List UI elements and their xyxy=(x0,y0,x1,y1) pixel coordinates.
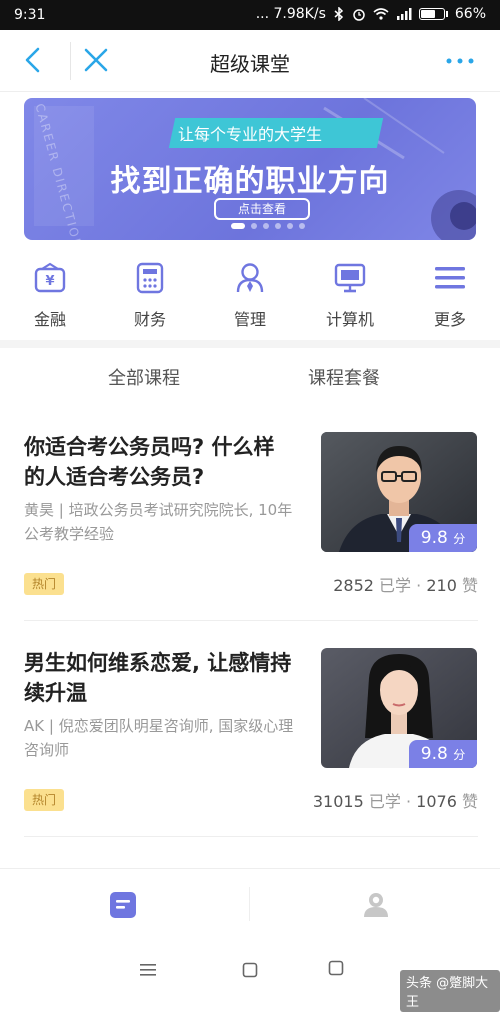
category-label: 计算机 xyxy=(325,310,374,329)
banner-view-button[interactable]: 点击查看 xyxy=(214,198,310,220)
watermark: 头条 @蹩脚大王 xyxy=(400,970,500,1012)
like-count: 210 xyxy=(426,576,457,595)
course-title: 男生如何维系恋爱, 让感情持续升温 xyxy=(24,651,292,705)
banner-pagination[interactable] xyxy=(231,223,305,229)
banner-pagination-dot[interactable] xyxy=(263,223,269,229)
profile-tab-icon[interactable] xyxy=(361,889,391,919)
rating-badge: 9.8 分 xyxy=(409,524,477,552)
banner-pagination-dot[interactable] xyxy=(275,223,281,229)
like-count: 1076 xyxy=(416,792,457,811)
signal-icon xyxy=(396,8,412,20)
rating-unit: 分 xyxy=(453,748,466,762)
menu-icon[interactable] xyxy=(139,962,157,978)
section-spacer xyxy=(0,340,500,348)
course-stats: 31015 已学 · 1076 赞 xyxy=(313,788,478,812)
course-title: 你适合考公务员吗? 什么样的人适合考公务员? xyxy=(24,435,275,489)
battery-percent: 66% xyxy=(454,6,486,22)
category-more[interactable]: 更多 xyxy=(410,262,490,330)
rating-unit: 分 xyxy=(453,532,466,546)
learner-count: 2852 xyxy=(333,576,374,595)
alarm-icon xyxy=(353,9,365,21)
finance-icon: ¥ xyxy=(34,262,66,293)
more-options-icon[interactable] xyxy=(444,48,476,74)
card-divider xyxy=(24,620,478,621)
banner-pagination-dot[interactable] xyxy=(299,223,305,229)
rating-badge: 9.8 分 xyxy=(409,740,477,768)
banner-headline: 找到正确的职业方向 xyxy=(110,164,390,199)
category-finance[interactable]: ¥ 金融 xyxy=(10,262,90,330)
promo-banner[interactable]: CAREER DIRECTION 让每个专业的大学生 找到正确的职业方向 点击查… xyxy=(24,98,476,240)
like-label: 赞 xyxy=(461,576,478,595)
learner-count: 31015 xyxy=(312,792,364,811)
like-label: 赞 xyxy=(461,792,478,811)
course-tabs: 全部课程 课程套餐 xyxy=(0,348,500,408)
status-time: 9:31 xyxy=(14,7,46,23)
course-thumbnail: 9.8 分 xyxy=(321,432,477,552)
category-grid: ¥ 金融 财务 管理 计算机 更多 xyxy=(0,240,500,342)
banner-pagination-dot[interactable] xyxy=(287,223,293,229)
wifi-icon xyxy=(373,8,389,20)
card-divider xyxy=(24,836,478,837)
banner-pagination-dot[interactable] xyxy=(251,223,257,229)
bluetooth-icon xyxy=(334,7,343,21)
more-list-icon xyxy=(435,267,465,289)
rating-score: 9.8 xyxy=(420,528,448,548)
course-instructor-info: 黄昊 | 培政公务员考试研究院院长, 10年公考教学经验 xyxy=(24,501,293,543)
manager-icon xyxy=(236,263,264,293)
computer-icon xyxy=(334,263,366,293)
network-speed: ... 7.98K/s xyxy=(255,6,326,22)
category-computer[interactable]: 计算机 xyxy=(310,262,390,330)
hot-badge: 热门 xyxy=(24,789,65,811)
learner-label: 已学 xyxy=(368,792,401,811)
course-card[interactable]: 你适合考公务员吗? 什么样的人适合考公务员? 黄昊 | 培政公务员考试研究院院长… xyxy=(24,432,478,630)
category-label: 管理 xyxy=(233,310,266,329)
courses-tab-icon[interactable] xyxy=(109,891,137,919)
course-thumbnail: 9.8 分 xyxy=(321,648,477,768)
svg-text:¥: ¥ xyxy=(45,274,54,289)
tab-divider xyxy=(249,887,250,921)
category-accounting[interactable]: 财务 xyxy=(110,262,190,330)
banner-subtitle: 让每个专业的大学生 xyxy=(177,125,322,144)
tab-course-packages[interactable]: 课程套餐 xyxy=(308,364,380,390)
tab-all-courses[interactable]: 全部课程 xyxy=(108,364,180,390)
status-bar: 9:31 ... 7.98K/s 66% xyxy=(0,0,500,30)
bottom-tab-bar xyxy=(0,868,500,940)
rating-score: 9.8 xyxy=(420,744,448,764)
stats-separator: · xyxy=(416,576,422,595)
calculator-icon xyxy=(136,262,164,294)
page-title: 超级课堂 xyxy=(210,52,290,76)
course-card[interactable]: 男生如何维系恋爱, 让感情持续升温 AK | 倪恋爱团队明星咨询师, 国家级心理… xyxy=(24,648,478,846)
battery-icon xyxy=(418,8,448,20)
home-icon[interactable] xyxy=(242,962,258,978)
top-navigation-bar: 超级课堂 xyxy=(0,30,500,92)
category-management[interactable]: 管理 xyxy=(210,262,290,330)
learner-label: 已学 xyxy=(379,576,412,595)
category-label: 金融 xyxy=(33,310,66,329)
recent-apps-icon[interactable] xyxy=(328,960,344,976)
course-stats: 2852 已学 · 210 赞 xyxy=(333,572,478,596)
hot-badge: 热门 xyxy=(24,573,65,595)
category-label: 财务 xyxy=(133,310,166,329)
banner-pagination-dot[interactable] xyxy=(231,223,245,229)
course-instructor-info: AK | 倪恋爱团队明星咨询师, 国家级心理咨询师 xyxy=(24,717,294,759)
stats-separator: · xyxy=(405,792,412,811)
category-label: 更多 xyxy=(433,310,466,329)
